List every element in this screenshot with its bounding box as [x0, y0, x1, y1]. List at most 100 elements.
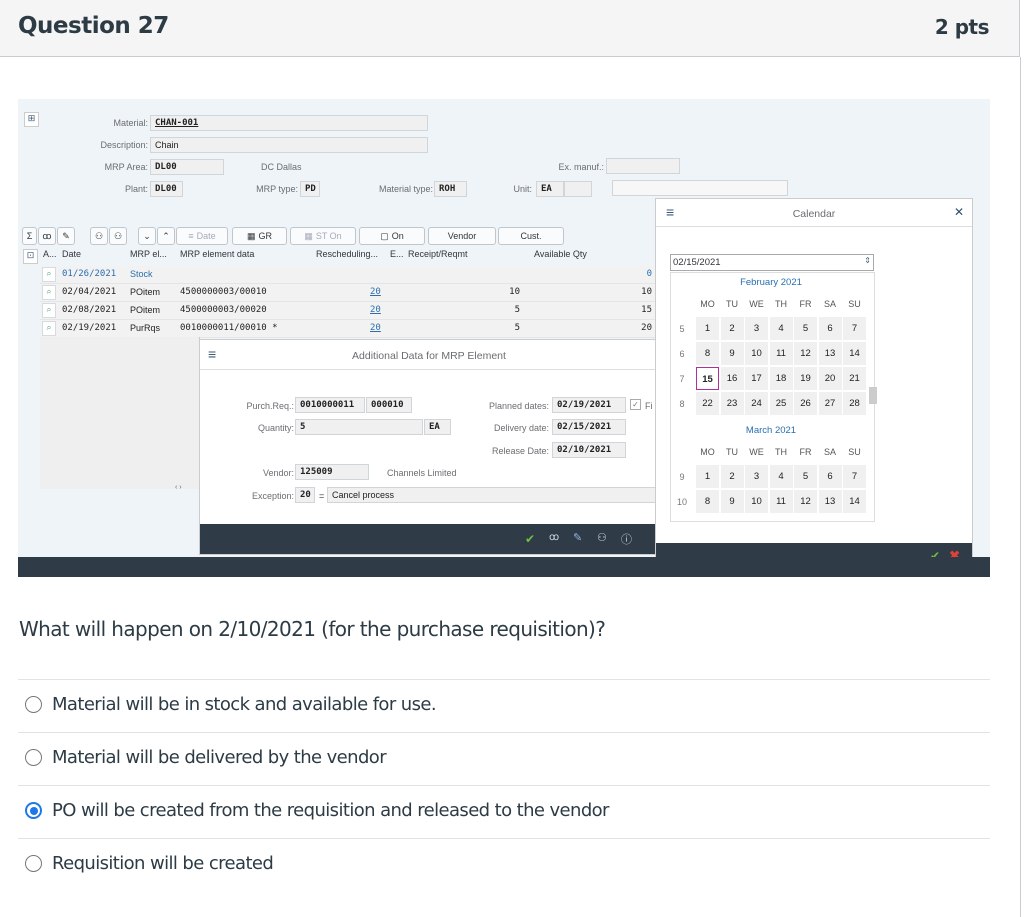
calendar-day[interactable]: 1: [696, 317, 719, 340]
calendar-day[interactable]: 25: [769, 392, 793, 415]
col-mrp-element-data[interactable]: MRP element data: [180, 249, 254, 265]
calendar-day[interactable]: 10: [745, 490, 768, 513]
radio-button-selected[interactable]: [25, 802, 42, 819]
scroll-arrows[interactable]: ‹ ›: [175, 484, 182, 491]
mrp-area-field[interactable]: DL00: [150, 159, 224, 175]
calendar-day[interactable]: 13: [818, 490, 842, 513]
calendar-day[interactable]: 4: [769, 317, 793, 340]
col-date[interactable]: Date: [62, 249, 81, 265]
calendar-day[interactable]: 11: [769, 342, 793, 365]
display-button[interactable]: ꝏ: [38, 227, 56, 245]
calendar-day[interactable]: 24: [745, 392, 768, 415]
calendar-day[interactable]: 18: [769, 367, 793, 390]
magnifier-icon[interactable]: ⌕: [42, 267, 56, 282]
calendar-day[interactable]: 5: [794, 317, 817, 340]
col-rescheduling[interactable]: Rescheduling...: [316, 249, 378, 265]
material-field[interactable]: CHAN-001: [150, 115, 428, 131]
calendar-day[interactable]: 14: [843, 342, 866, 365]
col-available-qty[interactable]: Available Qty: [534, 249, 587, 265]
info-icon[interactable]: ⓘ: [621, 531, 632, 547]
calendar-day[interactable]: 22: [696, 392, 719, 415]
plant-field[interactable]: DL00: [150, 181, 183, 197]
calendar-day[interactable]: 6: [818, 317, 842, 340]
magnifier-icon[interactable]: ⌕: [42, 303, 56, 318]
magnifier-icon[interactable]: ⌕: [42, 285, 56, 300]
edit-button[interactable]: ✎: [57, 227, 75, 245]
calendar-day[interactable]: 8: [696, 490, 719, 513]
calendar-day[interactable]: 19: [794, 367, 817, 390]
radio-button[interactable]: [25, 749, 42, 766]
collapse-all-button[interactable]: ⌃: [157, 227, 175, 245]
grid-settings-icon[interactable]: ⊡: [23, 249, 38, 264]
radio-button[interactable]: [25, 696, 42, 713]
purch-req-field[interactable]: 0010000011: [295, 397, 365, 413]
delivery-date-field[interactable]: 02/15/2021: [552, 419, 626, 435]
spinner-icon[interactable]: ⇕: [864, 256, 871, 265]
calendar-day[interactable]: 9: [720, 490, 744, 513]
cell-rescheduling[interactable]: 20: [370, 323, 381, 333]
answer-option[interactable]: Requisition will be created: [25, 853, 274, 874]
calendar-day[interactable]: 21: [843, 367, 866, 390]
calendar-day[interactable]: 23: [720, 392, 744, 415]
calendar-day[interactable]: 28: [843, 392, 866, 415]
calendar-day[interactable]: 17: [745, 367, 768, 390]
table-row[interactable]: ⌕ 02/19/2021 PurRqs 0010000011/00010 * 20 5 20: [40, 320, 660, 338]
calendar-day[interactable]: 12: [794, 490, 817, 513]
close-icon[interactable]: ✕: [954, 205, 964, 219]
table-row[interactable]: ⌕ 01/26/2021 Stock 0: [40, 266, 660, 284]
magnifier-icon[interactable]: ⌕: [42, 321, 56, 336]
calendar-day[interactable]: 27: [818, 392, 842, 415]
gr-button[interactable]: ▦ GR: [232, 227, 287, 245]
calendar-day-selected[interactable]: 15: [696, 367, 719, 390]
sum-button[interactable]: Σ: [22, 227, 37, 245]
st-on-button[interactable]: ▦ ST On: [290, 227, 356, 245]
material-type-field[interactable]: ROH: [434, 181, 467, 197]
calendar-day[interactable]: 13: [818, 342, 842, 365]
glasses-icon[interactable]: ꝏ: [549, 532, 559, 543]
ex-manuf-field[interactable]: [606, 158, 680, 174]
calendar-day[interactable]: 5: [794, 465, 817, 488]
planned-dates-field[interactable]: 02/19/2021: [552, 397, 626, 413]
radio-button[interactable]: [25, 855, 42, 872]
answer-option[interactable]: Material will be delivered by the vendor: [25, 747, 387, 768]
pencil-icon[interactable]: ✎: [573, 531, 582, 544]
calendar-day[interactable]: 16: [720, 367, 744, 390]
fix-checkbox[interactable]: ✓: [630, 399, 641, 410]
answer-option[interactable]: PO will be created from the requisition …: [25, 800, 609, 821]
expand-header-icon[interactable]: ⊞: [24, 112, 39, 127]
col-a[interactable]: A...: [43, 249, 57, 265]
mrp-type-field[interactable]: PD: [300, 181, 320, 197]
exception-field[interactable]: 20: [295, 487, 315, 503]
col-mrp-el[interactable]: MRP el...: [130, 249, 167, 265]
people-icon[interactable]: ⚇: [597, 531, 607, 544]
calendar-day[interactable]: 4: [769, 465, 793, 488]
unit-field[interactable]: EA: [536, 181, 564, 197]
date-button[interactable]: ≡ Date: [176, 227, 228, 245]
calendar-day[interactable]: 20: [818, 367, 842, 390]
answer-option[interactable]: Material will be in stock and available …: [25, 694, 437, 715]
calendar-day[interactable]: 12: [794, 342, 817, 365]
description-field[interactable]: Chain: [150, 137, 428, 153]
vendor-button[interactable]: Vendor: [428, 227, 496, 245]
purch-req-item-field[interactable]: 000010: [366, 397, 412, 413]
on-button[interactable]: ▢ On: [359, 227, 425, 245]
check-icon[interactable]: ✔: [525, 532, 535, 546]
calendar-day[interactable]: 11: [769, 490, 793, 513]
calendar-day[interactable]: 26: [794, 392, 817, 415]
vendor-field[interactable]: 125009: [295, 464, 369, 480]
calendar-day[interactable]: 10: [745, 342, 768, 365]
table-row[interactable]: ⌕ 02/08/2021 POitem 4500000003/00020 20 5 15: [40, 302, 660, 320]
date-input[interactable]: 02/15/2021 ⇕: [670, 254, 874, 271]
expand-all-button[interactable]: ⌄: [138, 227, 156, 245]
col-receipt-reqmt[interactable]: Receipt/Reqmt: [408, 249, 468, 265]
cell-rescheduling[interactable]: 20: [370, 305, 381, 315]
calendar-day[interactable]: 8: [696, 342, 719, 365]
calendar-day[interactable]: 1: [696, 465, 719, 488]
calendar-day[interactable]: 6: [818, 465, 842, 488]
assign-down-button[interactable]: ⚇: [109, 227, 127, 245]
calendar-day[interactable]: 9: [720, 342, 744, 365]
assign-button[interactable]: ⚇: [90, 227, 108, 245]
quantity-field[interactable]: 5: [295, 419, 423, 435]
calendar-scrollbar[interactable]: [869, 387, 877, 404]
calendar-day[interactable]: 14: [843, 490, 866, 513]
